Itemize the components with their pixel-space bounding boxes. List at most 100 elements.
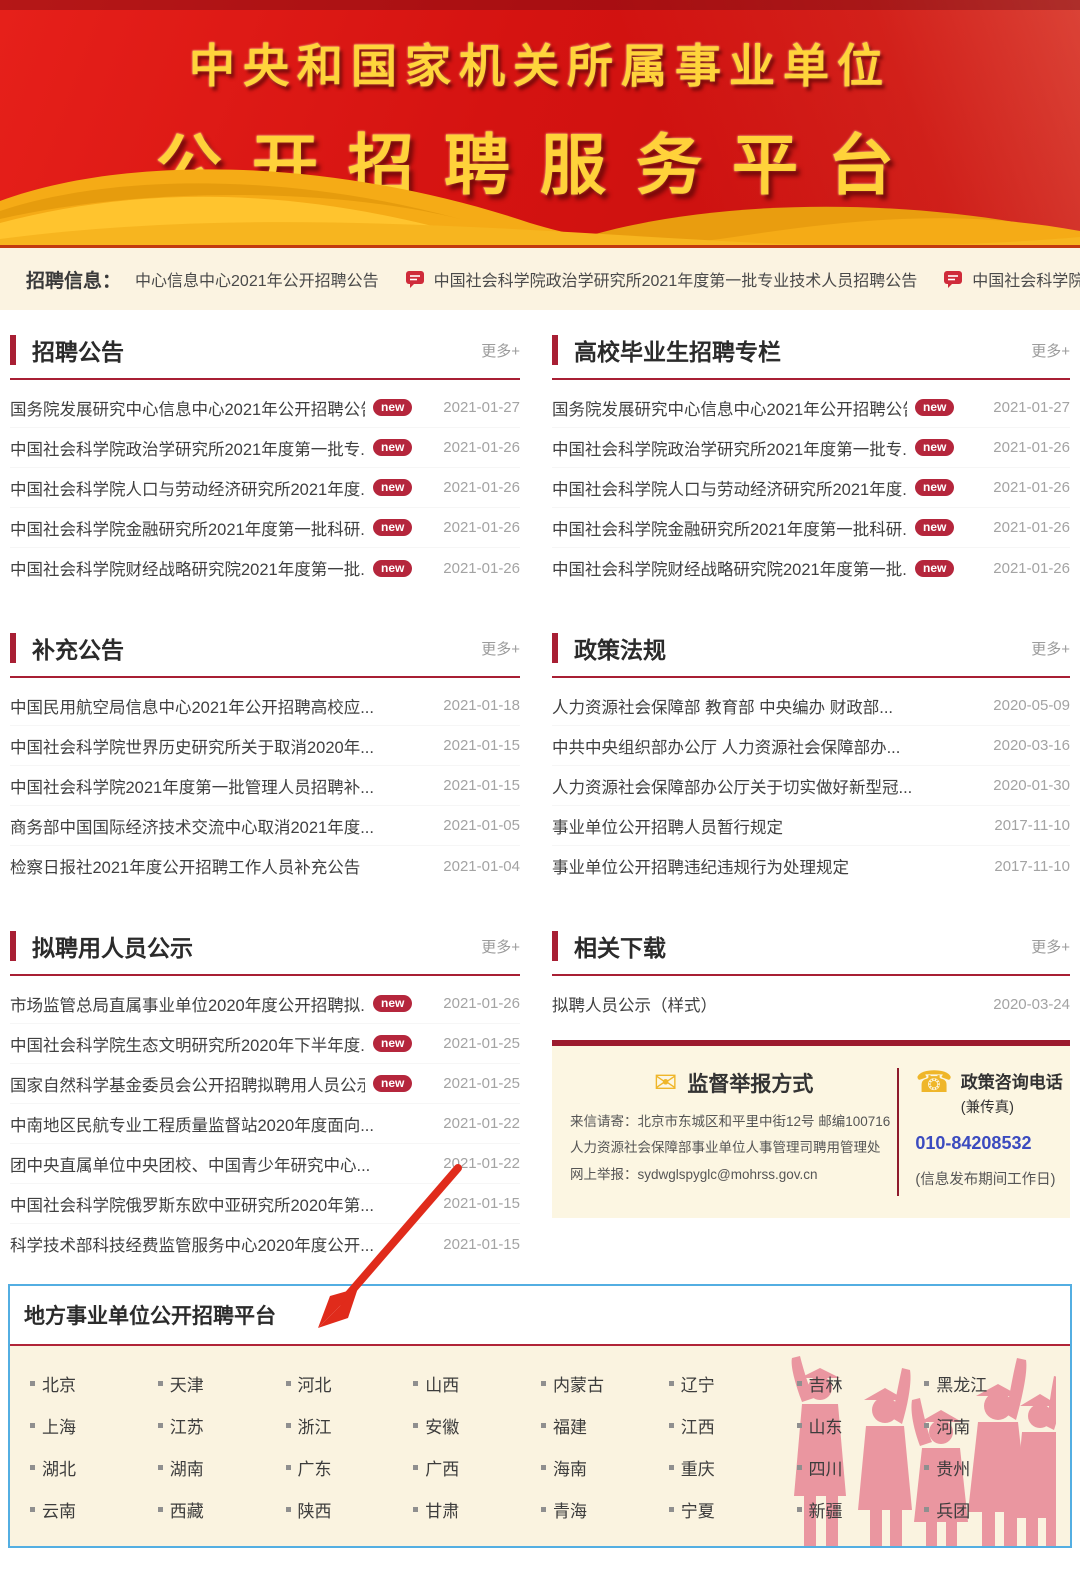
list-item: 事业单位公开招聘违纪违规行为处理规定 2017-11-10 — [552, 846, 1070, 886]
list-item: 中国社会科学院金融研究所2021年度第一批科研... new 2021-01-2… — [552, 508, 1070, 548]
announcement-link[interactable]: 市场监管总局直属事业单位2020年度公开招聘拟... — [10, 992, 365, 1016]
list-item: 商务部中国国际经济技术交流中心取消2021年度... 2021-01-05 — [10, 806, 520, 846]
announcement-link[interactable]: 中国社会科学院2021年度第一批管理人员招聘补... — [10, 774, 374, 798]
province-link[interactable]: 宁夏 — [669, 1488, 797, 1530]
list-item: 人力资源社会保障部 教育部 中央编办 财政部... 2020-05-09 — [552, 686, 1070, 726]
new-badge: new — [373, 479, 412, 496]
announcement-link[interactable]: 中国社会科学院政治学研究所2021年度第一批专... — [552, 436, 907, 460]
province-link[interactable]: 山东 — [797, 1404, 925, 1446]
more-link[interactable]: 更多+ — [1031, 936, 1070, 957]
download-link[interactable]: 拟聘人员公示（样式） — [552, 992, 717, 1016]
announcement-link[interactable]: 中国社会科学院人口与劳动经济研究所2021年度... — [552, 476, 907, 500]
announcement-link[interactable]: 人力资源社会保障部 教育部 中央编办 财政部... — [552, 694, 893, 718]
phone-number-link[interactable]: 010-84208532 — [915, 1133, 1066, 1154]
province-link[interactable]: 陕西 — [286, 1488, 414, 1530]
province-link[interactable]: 河北 — [286, 1362, 414, 1404]
province-link[interactable]: 海南 — [541, 1446, 669, 1488]
more-link[interactable]: 更多+ — [481, 936, 520, 957]
province-link[interactable]: 北京 — [30, 1362, 158, 1404]
province-link[interactable]: 浙江 — [286, 1404, 414, 1446]
province-link[interactable]: 湖北 — [30, 1446, 158, 1488]
province-grid: 北京 天津 河北 山西 内蒙古 辽宁 吉林 黑龙江 上海 江苏 浙江 安徽 福建… — [10, 1346, 1070, 1536]
more-link[interactable]: 更多+ — [481, 340, 520, 361]
announcement-link[interactable]: 事业单位公开招聘人员暂行规定 — [552, 814, 783, 838]
bullet-icon — [669, 1507, 674, 1512]
announcement-link[interactable]: 人力资源社会保障部办公厅关于切实做好新型冠... — [552, 774, 912, 798]
announcement-link[interactable]: 中国社会科学院财经战略研究院2021年度第一批... — [552, 556, 907, 580]
announcement-date: 2017-11-10 — [994, 817, 1070, 834]
announcement-link[interactable]: 中南地区民航专业工程质量监督站2020年度面向... — [10, 1112, 374, 1136]
more-link[interactable]: 更多+ — [1031, 340, 1070, 361]
announcement-link[interactable]: 中国社会科学院人口与劳动经济研究所2021年度... — [10, 476, 365, 500]
bullet-icon — [541, 1423, 546, 1428]
province-link[interactable]: 江苏 — [158, 1404, 286, 1446]
announcement-link[interactable]: 科学技术部科技经费监管服务中心2020年度公开... — [10, 1232, 374, 1256]
province-link[interactable]: 上海 — [30, 1404, 158, 1446]
report-email-link[interactable]: sydwglspyglc@mohrss.gov.cn — [638, 1167, 818, 1182]
section-header: 补充公告 更多+ — [10, 608, 520, 666]
ticker-announcement-link[interactable]: 中国社会科学院人口与 — [972, 267, 1080, 291]
announcement-link[interactable]: 商务部中国国际经济技术交流中心取消2021年度... — [10, 814, 374, 838]
announcement-link[interactable]: 事业单位公开招聘违纪违规行为处理规定 — [552, 854, 849, 878]
report-online-line: 网上举报：sydwglspyglc@mohrss.gov.cn — [570, 1162, 897, 1188]
bullet-icon — [413, 1507, 418, 1512]
announcement-date: 2021-01-27 — [993, 399, 1070, 416]
ticker-announcement-link[interactable]: 中国社会科学院政治学研究所2021年度第一批专业技术人员招聘公告 — [434, 267, 918, 291]
province-link[interactable]: 福建 — [541, 1404, 669, 1446]
announcement-date: 2021-01-26 — [443, 439, 520, 456]
province-link[interactable]: 四川 — [797, 1446, 925, 1488]
ticker-announcement-link[interactable]: 中心信息中心2021年公开招聘公告 — [135, 267, 379, 291]
announcement-link[interactable]: 中国社会科学院世界历史研究所关于取消2020年... — [10, 734, 374, 758]
province-link[interactable]: 云南 — [30, 1488, 158, 1530]
more-link[interactable]: 更多+ — [1031, 638, 1070, 659]
province-link[interactable]: 重庆 — [669, 1446, 797, 1488]
section-title: 补充公告 — [32, 631, 124, 665]
announcement-link[interactable]: 中国社会科学院金融研究所2021年度第一批科研... — [552, 516, 907, 540]
announcement-date: 2021-01-15 — [443, 1236, 520, 1253]
province-link[interactable]: 天津 — [158, 1362, 286, 1404]
announcement-link[interactable]: 国务院发展研究中心信息中心2021年公开招聘公告 — [10, 396, 365, 420]
announcement-date: 2021-01-22 — [443, 1115, 520, 1132]
announcement-link[interactable]: 团中央直属单位中央团校、中国青少年研究中心... — [10, 1152, 370, 1176]
announcement-date: 2021-01-26 — [993, 560, 1070, 577]
province-link[interactable]: 内蒙古 — [541, 1362, 669, 1404]
province-link[interactable]: 兵团 — [924, 1488, 1052, 1530]
announcement-link[interactable]: 中国社会科学院政治学研究所2021年度第一批专... — [10, 436, 365, 460]
announcement-date: 2021-01-26 — [993, 439, 1070, 456]
announcement-link[interactable]: 中共中央组织部办公厅 人力资源社会保障部办... — [552, 734, 900, 758]
province-link[interactable]: 吉林 — [797, 1362, 925, 1404]
province-link[interactable]: 河南 — [924, 1404, 1052, 1446]
section-policies-regulations: 政策法规 更多+ 人力资源社会保障部 教育部 中央编办 财政部... 2020-… — [552, 608, 1070, 886]
province-link[interactable]: 黑龙江 — [924, 1362, 1052, 1404]
bullet-icon — [541, 1465, 546, 1470]
province-link[interactable]: 广东 — [286, 1446, 414, 1488]
announcement-link[interactable]: 国务院发展研究中心信息中心2021年公开招聘公告 — [552, 396, 907, 420]
announcement-link[interactable]: 中国社会科学院俄罗斯东欧中亚研究所2020年第... — [10, 1192, 374, 1216]
province-link[interactable]: 江西 — [669, 1404, 797, 1446]
announcement-link[interactable]: 中国社会科学院财经战略研究院2021年度第一批... — [10, 556, 365, 580]
province-link[interactable]: 安徽 — [413, 1404, 541, 1446]
province-link[interactable]: 贵州 — [924, 1446, 1052, 1488]
province-link[interactable]: 青海 — [541, 1488, 669, 1530]
announcement-link[interactable]: 国家自然科学基金委员会公开招聘拟聘用人员公示 — [10, 1072, 365, 1096]
province-link[interactable]: 辽宁 — [669, 1362, 797, 1404]
more-link[interactable]: 更多+ — [481, 638, 520, 659]
local-platforms-title: 地方事业单位公开招聘平台 — [24, 1300, 276, 1330]
announcement-link[interactable]: 中国社会科学院生态文明研究所2020年下半年度... — [10, 1032, 365, 1056]
ticker-label: 招聘信息： — [26, 266, 121, 293]
province-link[interactable]: 山西 — [413, 1362, 541, 1404]
bullet-icon — [158, 1381, 163, 1386]
province-link[interactable]: 新疆 — [797, 1488, 925, 1530]
announcement-link[interactable]: 中国民用航空局信息中心2021年公开招聘高校应... — [10, 694, 374, 718]
announcement-link[interactable]: 中国社会科学院金融研究所2021年度第一批科研... — [10, 516, 365, 540]
province-link[interactable]: 湖南 — [158, 1446, 286, 1488]
bullet-icon — [541, 1507, 546, 1512]
bullet-icon — [924, 1507, 929, 1512]
province-link[interactable]: 甘肃 — [413, 1488, 541, 1530]
bullet-icon — [797, 1507, 802, 1512]
province-link[interactable]: 广西 — [413, 1446, 541, 1488]
announcement-date: 2021-01-18 — [443, 697, 520, 714]
announcement-link[interactable]: 检察日报社2021年度公开招聘工作人员补充公告 — [10, 854, 360, 878]
section-header: 高校毕业生招聘专栏 更多+ — [552, 310, 1070, 368]
province-link[interactable]: 西藏 — [158, 1488, 286, 1530]
